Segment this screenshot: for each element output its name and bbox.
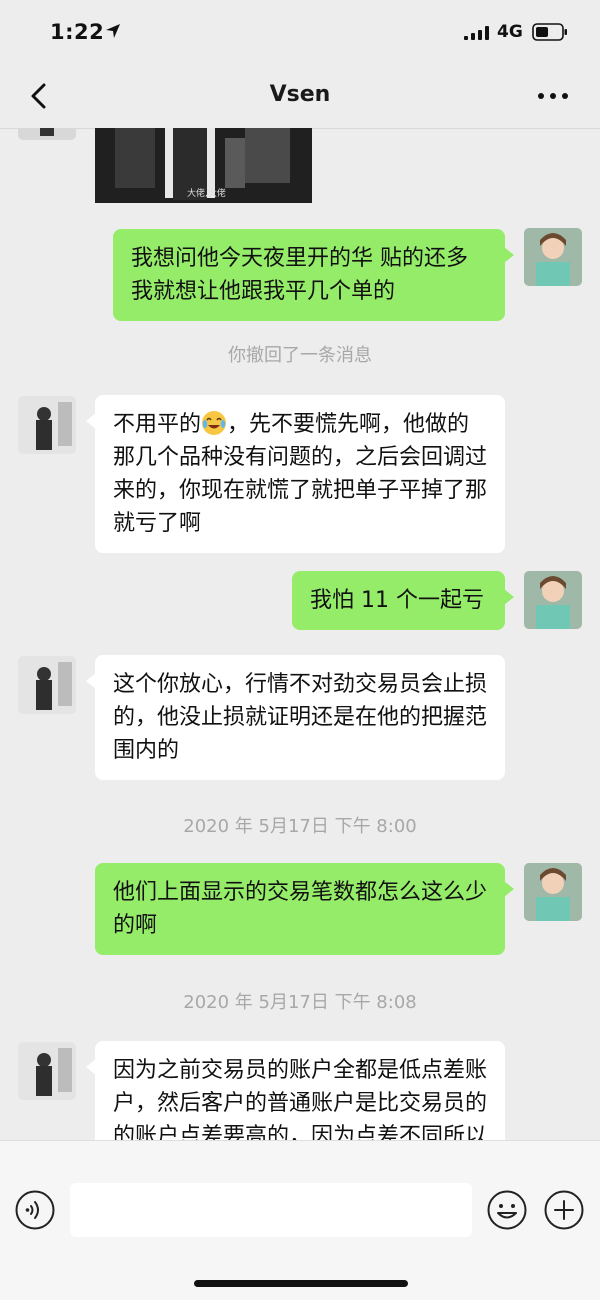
message-text: 不用平的 [113,412,202,437]
incoming-message[interactable]: 这个你放心，行情不对劲交易员会止损的，他没止损就证明还是在他的把握范围内的 [86,655,505,780]
contact-avatar[interactable] [18,128,76,140]
message-input[interactable] [70,1183,472,1237]
outgoing-message[interactable]: 我想问他今天夜里开的华 贴的还多 我就想让他跟我平几个单的 [113,229,514,321]
system-notice: 你撤回了一条消息 [228,345,372,366]
home-indicator [194,1280,408,1287]
timestamp: 2020 年 5月17日 下午 8:00 [183,816,417,837]
outgoing-message[interactable]: 我怕 11 个一起亏 [292,571,514,630]
contact-avatar[interactable] [18,656,76,714]
incoming-message[interactable]: 因为之前交易员的账户全都是低点差账户，然后客户的普通账户是比交易员的的账户点差要… [86,1041,505,1140]
image-caption: 大佬,大佬 [187,189,226,199]
message-text: 我怕 11 个一起亏 [310,588,484,613]
my-avatar[interactable] [524,571,582,629]
message-text: 我想问他今天夜里开的华 贴的还多 我就想让他跟我平几个单的 [131,246,468,304]
chat-title: Vsen [269,82,331,107]
emoji-icon[interactable] [486,1189,528,1231]
message-text: 这个你放心，行情不对劲交易员会止损的，他没止损就证明还是在他的把握范围内的 [113,672,488,763]
battery-icon [532,23,567,41]
location-arrow-icon [106,24,120,38]
image-message[interactable]: 大佬,大佬 [95,128,312,203]
message-text: 他们上面显示的交易笔数都怎么这么少的啊 [113,880,488,938]
chat-header: Vsen [0,64,600,129]
my-avatar[interactable] [524,228,582,286]
status-bar: 1:22 4G [0,0,600,64]
message-text: 因为之前交易员的账户全都是低点差账户，然后客户的普通账户是比交易员的的账户点差要… [113,1058,488,1140]
signal-icon [464,26,489,40]
plus-icon[interactable] [543,1189,585,1231]
incoming-message[interactable]: 不用平的 ，先不要慌先啊，他做的那几个品种没有问题的，之后会回调过来的，你现在就… [86,395,505,553]
status-time: 1:22 [50,20,105,44]
network-type: 4G [497,22,523,42]
outgoing-message[interactable]: 他们上面显示的交易笔数都怎么这么少的啊 [95,863,514,955]
contact-avatar[interactable] [18,396,76,454]
contact-avatar[interactable] [18,1042,76,1100]
message-list[interactable]: 大佬,大佬 我想问他今天夜里开的华 贴的还多 我就想让他跟我平几个单的 你撤回了… [0,128,600,1140]
input-bar [0,1140,600,1300]
more-dots-icon[interactable] [536,86,570,106]
my-avatar[interactable] [524,863,582,921]
timestamp: 2020 年 5月17日 下午 8:08 [183,992,417,1013]
crying-laughing-emoji-icon [202,411,227,435]
voice-icon[interactable] [14,1189,56,1231]
